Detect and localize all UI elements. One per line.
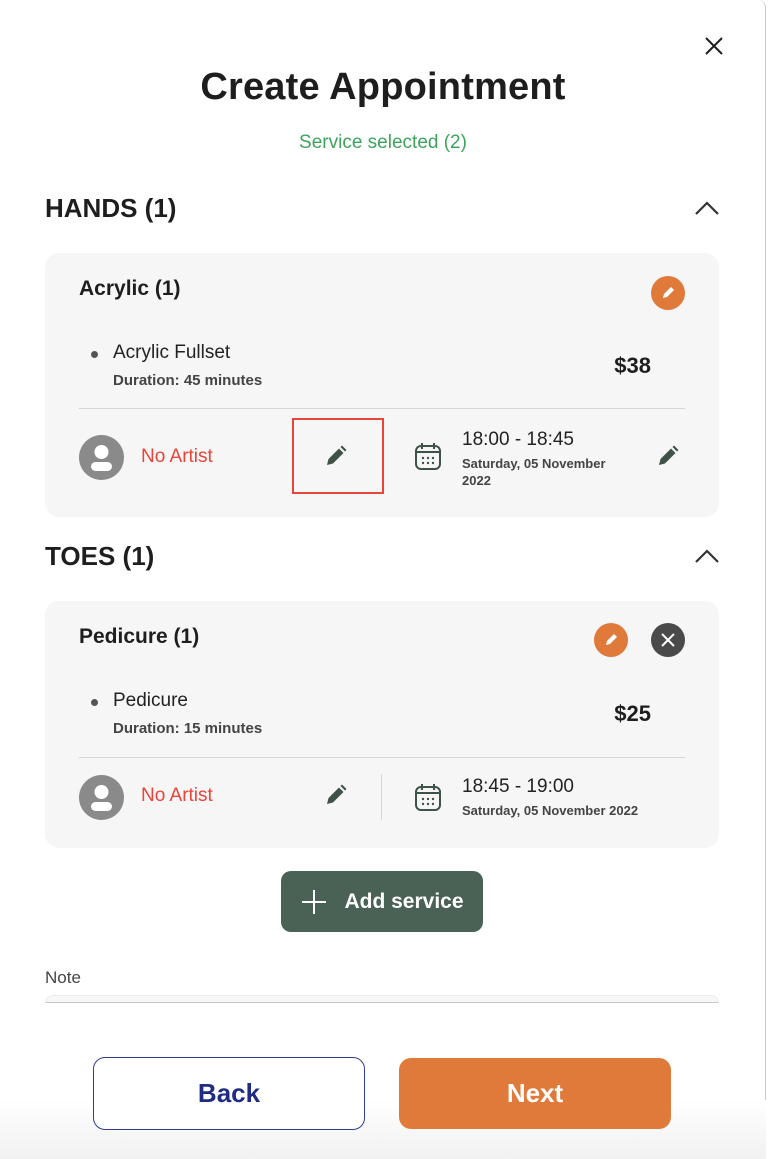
vertical-divider bbox=[381, 774, 382, 820]
appointment-time: 18:00 - 18:45 bbox=[462, 429, 574, 450]
divider bbox=[79, 757, 685, 758]
bullet bbox=[91, 351, 98, 358]
edit-service-button[interactable] bbox=[594, 623, 628, 657]
artist-name: No Artist bbox=[141, 785, 213, 806]
back-button[interactable]: Back bbox=[93, 1057, 365, 1130]
artist-avatar bbox=[79, 775, 124, 820]
edit-service-button[interactable] bbox=[651, 276, 685, 310]
service-duration: Duration: 45 minutes bbox=[113, 372, 263, 389]
appointment-time: 18:45 - 19:00 bbox=[462, 776, 574, 797]
add-service-button[interactable]: Add service bbox=[281, 871, 483, 932]
target-highlight bbox=[292, 418, 384, 494]
create-appointment-modal: Create Appointment Service selected (2) … bbox=[0, 0, 766, 1159]
page-title: Create Appointment bbox=[200, 66, 566, 108]
chevron-up-icon bbox=[695, 201, 719, 215]
collapse-toes-button[interactable] bbox=[693, 542, 721, 570]
pencil-icon bbox=[659, 445, 679, 465]
next-button[interactable]: Next bbox=[399, 1058, 671, 1129]
pencil-icon bbox=[327, 784, 347, 804]
service-name: Acrylic Fullset bbox=[113, 342, 231, 363]
section-title: HANDS (1) bbox=[45, 192, 177, 223]
section-header-hands: HANDS (1) bbox=[45, 190, 721, 226]
calendar-icon bbox=[414, 441, 442, 471]
service-group-name: Acrylic (1) bbox=[79, 277, 181, 300]
appointment-date: Saturday, 05 November 2022 bbox=[462, 456, 606, 488]
close-icon bbox=[661, 633, 675, 647]
pencil-icon bbox=[663, 287, 674, 298]
service-selected-count: Service selected (2) bbox=[299, 132, 467, 153]
collapse-hands-button[interactable] bbox=[693, 194, 721, 222]
service-group-name: Pedicure (1) bbox=[79, 625, 200, 648]
note-label: Note bbox=[45, 968, 81, 987]
edit-artist-button[interactable] bbox=[324, 783, 348, 807]
add-service-label: Add service bbox=[344, 889, 464, 913]
remove-service-button[interactable] bbox=[651, 623, 685, 657]
note-input[interactable] bbox=[45, 995, 719, 1003]
calendar-icon bbox=[414, 782, 442, 812]
appointment-date: Saturday, 05 November 2022 bbox=[462, 803, 639, 818]
artist-name: No Artist bbox=[141, 446, 213, 467]
edit-time-button[interactable] bbox=[656, 444, 680, 468]
user-icon bbox=[91, 445, 112, 471]
pencil-icon bbox=[606, 634, 617, 645]
section-title: TOES (1) bbox=[45, 540, 155, 571]
service-card-pedicure: Pedicure (1) Pedicure Duration: 15 minut… bbox=[45, 601, 719, 848]
bullet bbox=[91, 699, 98, 706]
artist-avatar bbox=[79, 435, 124, 480]
plus-icon bbox=[302, 889, 327, 914]
service-card-acrylic: Acrylic (1) Acrylic Fullset Duration: 45… bbox=[45, 253, 719, 517]
chevron-up-icon bbox=[695, 549, 719, 563]
close-button[interactable] bbox=[702, 34, 726, 58]
service-price: $38 bbox=[614, 353, 651, 378]
service-name: Pedicure bbox=[113, 690, 188, 711]
divider bbox=[79, 408, 685, 409]
section-header-toes: TOES (1) bbox=[45, 538, 721, 574]
user-icon bbox=[91, 785, 112, 811]
service-duration: Duration: 15 minutes bbox=[113, 720, 263, 737]
service-price: $25 bbox=[614, 701, 651, 726]
close-icon bbox=[705, 37, 723, 55]
